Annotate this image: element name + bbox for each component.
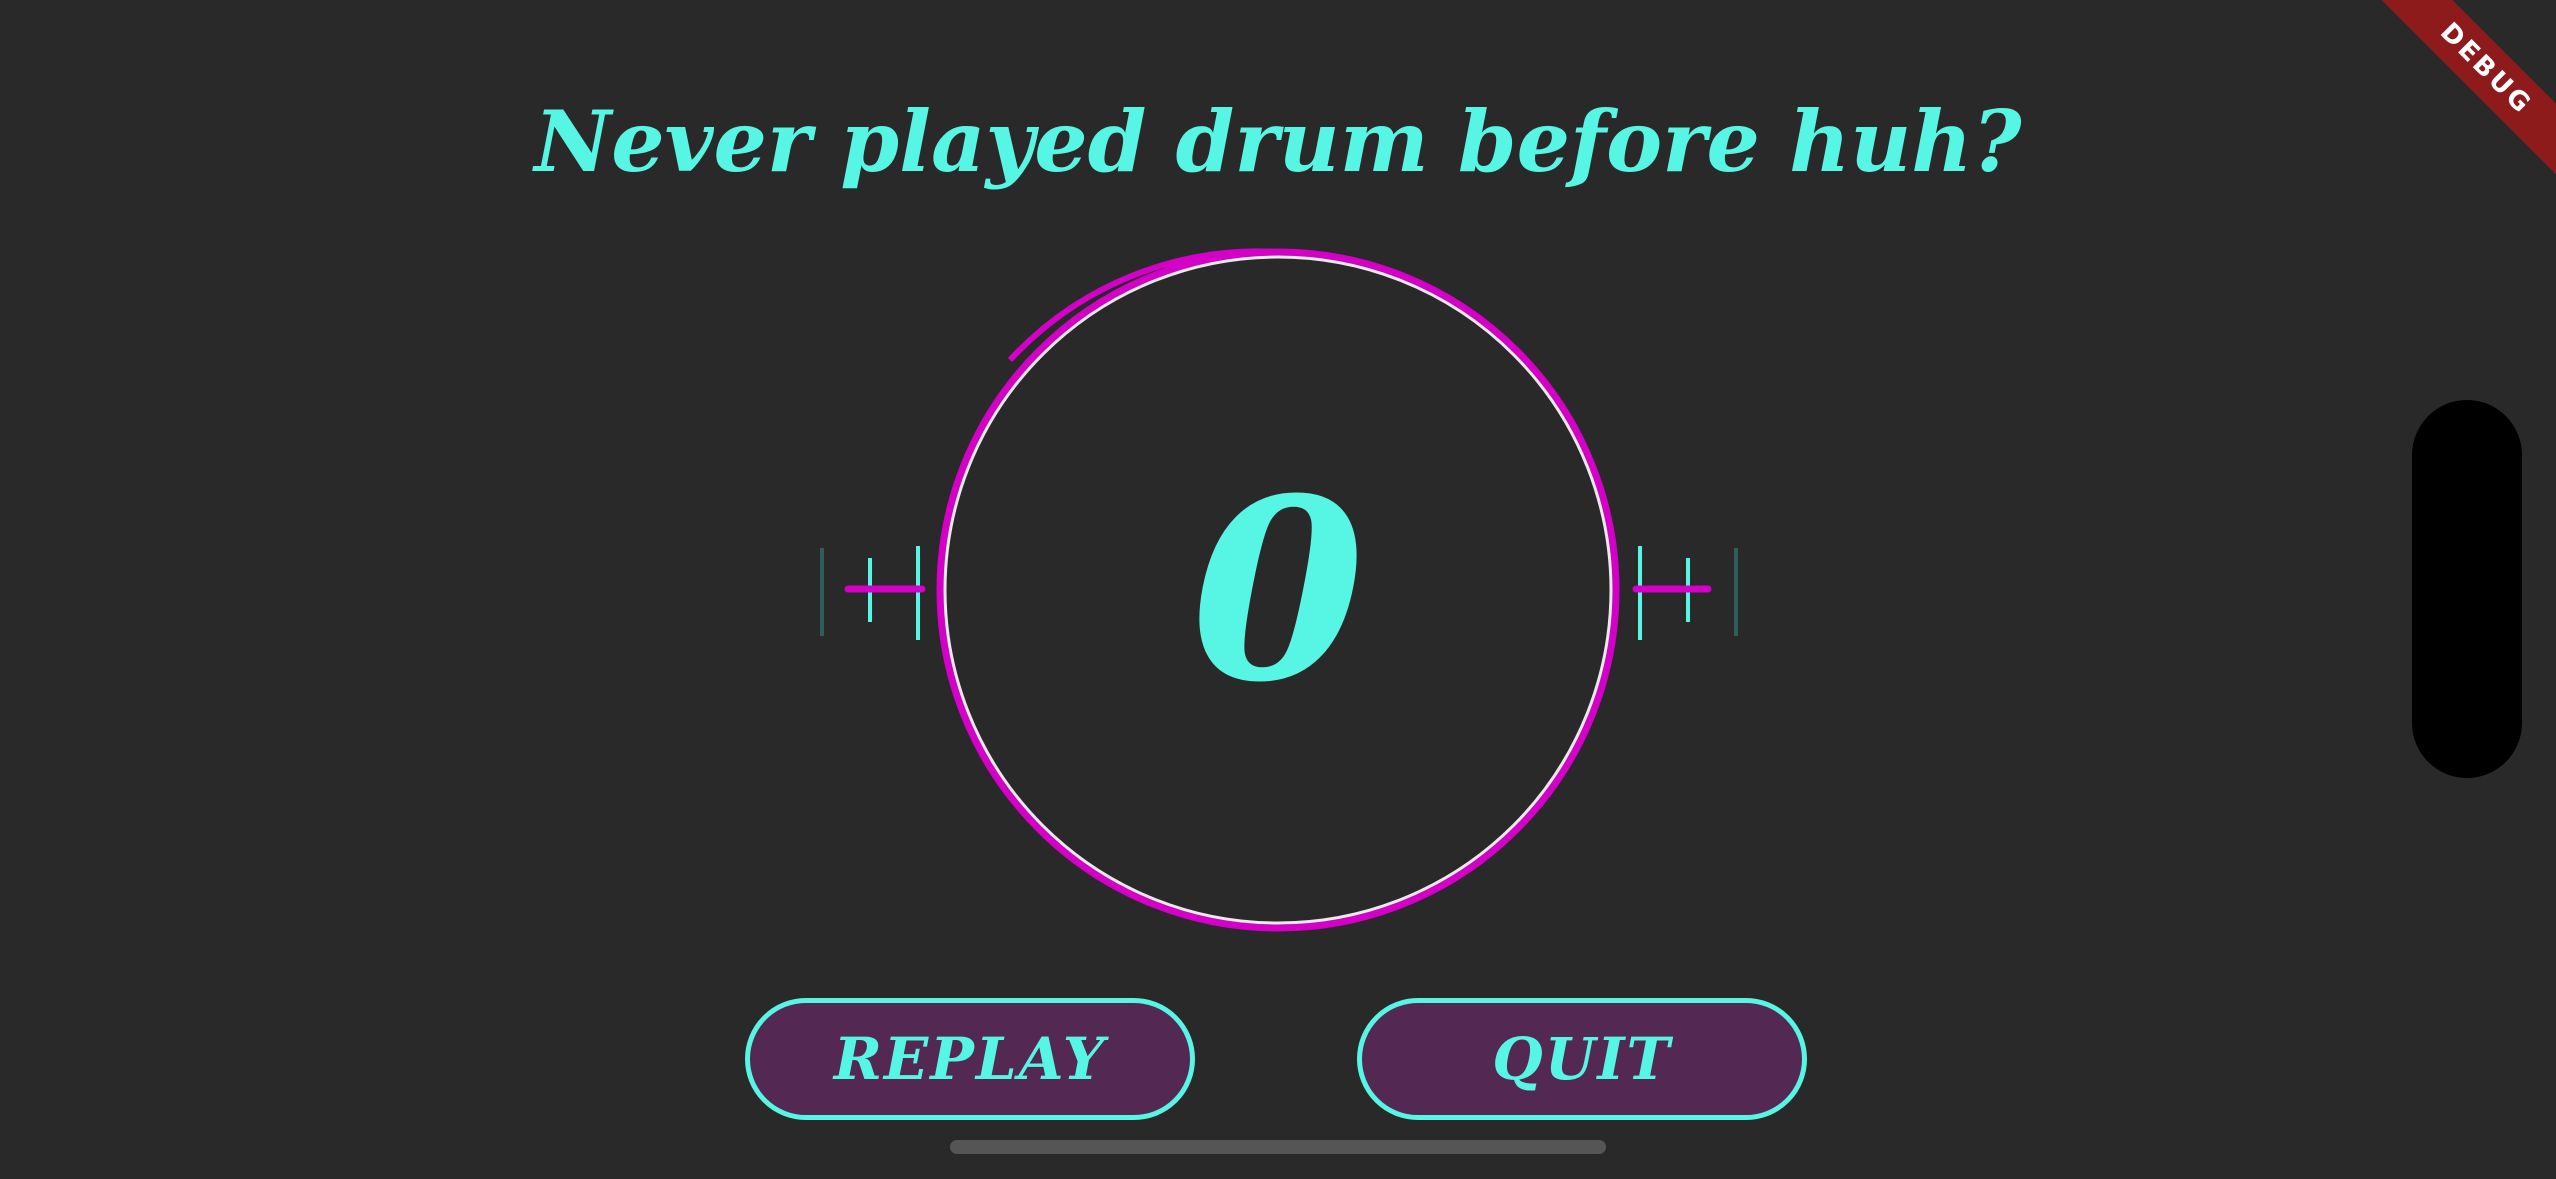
left-beat-marker-icon [820,546,926,640]
camera-cutout [2412,400,2522,778]
right-beat-marker-icon [1632,546,1738,640]
quit-button[interactable]: QUIT [1357,998,1807,1120]
replay-button[interactable]: REPLAY [745,998,1195,1120]
score-counter: 0 [1191,443,1365,737]
home-indicator[interactable] [950,1140,1606,1154]
